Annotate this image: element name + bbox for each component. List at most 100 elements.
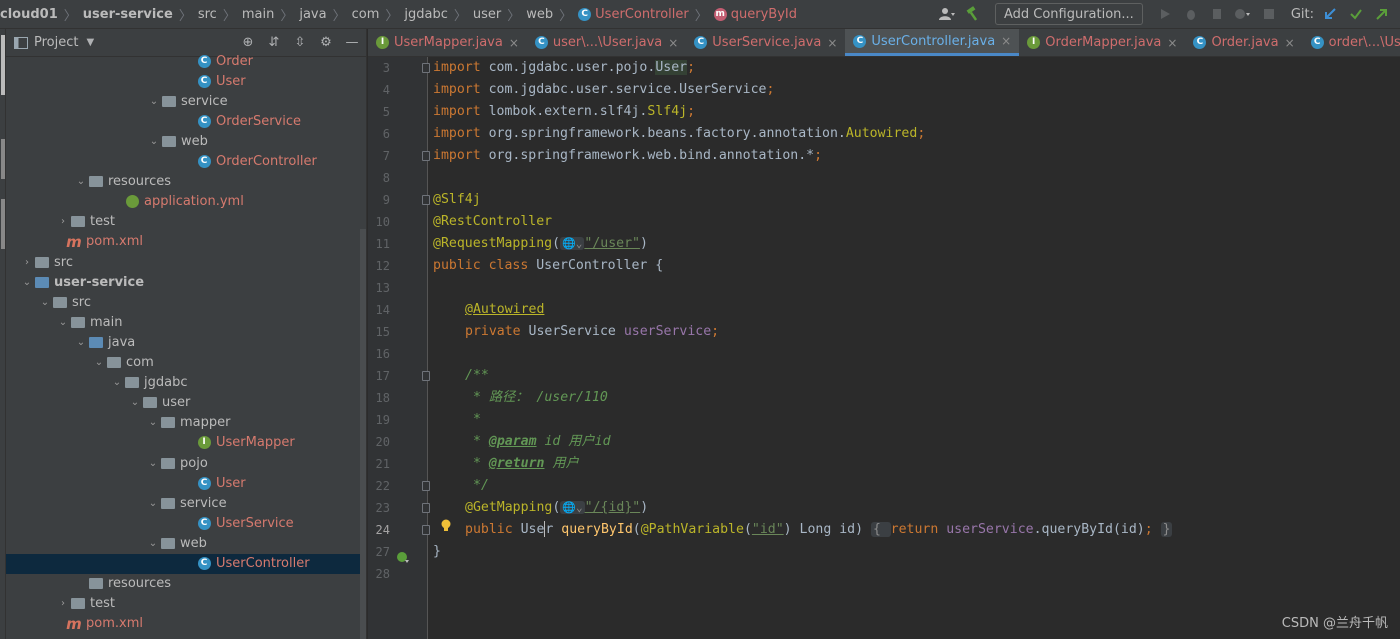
chevron-down-icon[interactable]: ⌄ <box>147 96 161 107</box>
chevron-down-icon[interactable]: ⌄ <box>128 397 142 408</box>
run-gutter-icon[interactable] <box>396 550 410 564</box>
tree-item[interactable]: C User <box>6 473 360 493</box>
fold-marker-icon[interactable] <box>422 371 430 381</box>
chevron-down-icon[interactable]: ⌄ <box>146 538 160 549</box>
tree-item[interactable]: ⌄ user-service <box>6 272 360 292</box>
tree-item[interactable]: ⌄ mapper <box>6 413 360 433</box>
git-commit-icon[interactable] <box>1346 4 1366 24</box>
chevron-down-icon[interactable]: ⌄ <box>20 277 34 288</box>
build-hammer-icon[interactable] <box>963 4 983 24</box>
tree-item[interactable]: C OrderController <box>6 152 360 172</box>
chevron-right-icon[interactable]: › <box>20 257 34 268</box>
chevron-down-icon[interactable]: ⌄ <box>74 176 88 187</box>
close-icon[interactable]: × <box>1285 36 1295 50</box>
close-icon[interactable]: × <box>1001 34 1011 48</box>
chevron-right-icon[interactable]: › <box>56 598 70 609</box>
chevron-down-icon[interactable]: ▼ <box>86 37 94 48</box>
chevron-down-icon[interactable]: ⌄ <box>74 337 88 348</box>
editor-tab[interactable]: I OrderMapper.java × <box>1019 29 1185 56</box>
project-title[interactable]: Project <box>34 35 78 50</box>
tree-item[interactable]: ⌄ service <box>6 493 360 513</box>
tree-item[interactable]: ⌄ web <box>6 533 360 553</box>
chevron-down-icon[interactable]: ⌄ <box>38 297 52 308</box>
lightbulb-icon[interactable] <box>440 519 452 533</box>
tree-item[interactable]: C Order <box>6 51 360 71</box>
editor-tab[interactable]: C UserService.java × <box>686 29 845 56</box>
tree-item[interactable]: C OrderService <box>6 111 360 131</box>
tool-window-button[interactable] <box>1 199 5 249</box>
fold-marker-icon[interactable] <box>422 195 430 205</box>
breadcrumb-web[interactable]: web <box>526 7 553 22</box>
git-update-icon[interactable] <box>1320 4 1340 24</box>
tree-item[interactable]: m pom.xml <box>6 232 360 252</box>
close-icon[interactable]: × <box>509 36 519 50</box>
breadcrumb-user[interactable]: user <box>473 7 501 22</box>
breadcrumb-class[interactable]: C UserController <box>578 7 689 22</box>
editor-tab[interactable]: C UserController.java × <box>845 29 1020 56</box>
chevron-down-icon[interactable]: ⌄ <box>110 377 124 388</box>
editor-tab[interactable]: Cuser\...\User.java × <box>527 29 686 56</box>
breadcrumb-method[interactable]: m queryById <box>713 7 797 22</box>
breadcrumb-jgdabc[interactable]: jgdabc <box>404 7 447 22</box>
editor-tab[interactable]: I UserMapper.java × <box>368 29 527 56</box>
gear-icon[interactable]: ⚙ <box>318 35 334 50</box>
tree-item[interactable]: resources <box>6 574 360 594</box>
add-configuration-button[interactable]: Add Configuration... <box>994 3 1143 25</box>
tree-item[interactable]: ⌄ src <box>6 292 360 312</box>
fold-marker-icon[interactable] <box>422 481 430 491</box>
tree-item[interactable]: › test <box>6 594 360 614</box>
collapse-all-icon[interactable]: ⇳ <box>292 35 308 50</box>
expand-all-icon[interactable]: ⇵ <box>266 35 282 50</box>
tree-item[interactable]: › src <box>6 252 360 272</box>
coverage-icon[interactable] <box>1207 4 1227 24</box>
chevron-down-icon[interactable]: ⌄ <box>56 317 70 328</box>
tree-item[interactable]: ⌄ user <box>6 393 360 413</box>
tool-window-button[interactable] <box>1 139 5 179</box>
tree-item[interactable]: ⌄ com <box>6 353 360 373</box>
breadcrumb-module[interactable]: user-service <box>83 7 173 22</box>
breadcrumb-project[interactable]: cloud01 <box>0 7 58 22</box>
globe-inlay-icon[interactable]: 🌐⌄ <box>560 501 585 514</box>
tree-item[interactable]: C User <box>6 71 360 91</box>
tree-item[interactable]: C UserController <box>6 553 360 574</box>
chevron-down-icon[interactable]: ⌄ <box>92 357 106 368</box>
tree-item[interactable]: C UserService <box>6 513 360 533</box>
user-icon[interactable] <box>937 4 957 24</box>
project-scrollbar[interactable] <box>360 229 366 639</box>
locate-icon[interactable]: ⊕ <box>240 35 256 50</box>
close-icon[interactable]: × <box>827 36 837 50</box>
debug-icon[interactable] <box>1181 4 1201 24</box>
tree-item[interactable]: ⌄ service <box>6 91 360 111</box>
tree-item[interactable]: ⌄ resources <box>6 172 360 192</box>
profile-icon[interactable] <box>1233 4 1253 24</box>
tree-item[interactable]: ⌄ web <box>6 131 360 151</box>
tree-item[interactable]: ⌄ pojo <box>6 453 360 473</box>
tree-item[interactable]: m pom.xml <box>6 614 360 634</box>
fold-marker-icon[interactable] <box>422 525 430 535</box>
editor-tab[interactable]: C Order.java × <box>1185 29 1302 56</box>
chevron-down-icon[interactable]: ⌄ <box>147 136 161 147</box>
breadcrumb-src[interactable]: src <box>198 7 217 22</box>
stop-icon[interactable] <box>1259 4 1279 24</box>
editor-tab[interactable]: Corder\...\User.java× <box>1303 29 1400 56</box>
fold-marker-icon[interactable] <box>422 151 430 161</box>
tree-item[interactable]: › test <box>6 212 360 232</box>
tree-item[interactable]: ⌄ jgdabc <box>6 373 360 393</box>
close-icon[interactable]: × <box>1167 36 1177 50</box>
chevron-down-icon[interactable]: ⌄ <box>146 458 160 469</box>
chevron-down-icon[interactable]: ⌄ <box>146 417 160 428</box>
chevron-right-icon[interactable]: › <box>56 216 70 227</box>
globe-inlay-icon[interactable]: 🌐⌄ <box>560 237 585 250</box>
breadcrumb-java[interactable]: java <box>299 7 326 22</box>
project-tool-button[interactable] <box>1 35 5 95</box>
tree-item[interactable]: application.yml <box>6 192 360 212</box>
tree-item[interactable]: ⌄ main <box>6 312 360 332</box>
code-token[interactable]: } <box>1160 522 1173 537</box>
breadcrumb-com[interactable]: com <box>352 7 380 22</box>
close-icon[interactable]: × <box>668 36 678 50</box>
fold-marker-icon[interactable] <box>422 63 430 73</box>
run-icon[interactable] <box>1155 4 1175 24</box>
tree-item[interactable]: ⌄ java <box>6 332 360 352</box>
chevron-down-icon[interactable]: ⌄ <box>146 498 160 509</box>
fold-marker-icon[interactable] <box>422 503 430 513</box>
